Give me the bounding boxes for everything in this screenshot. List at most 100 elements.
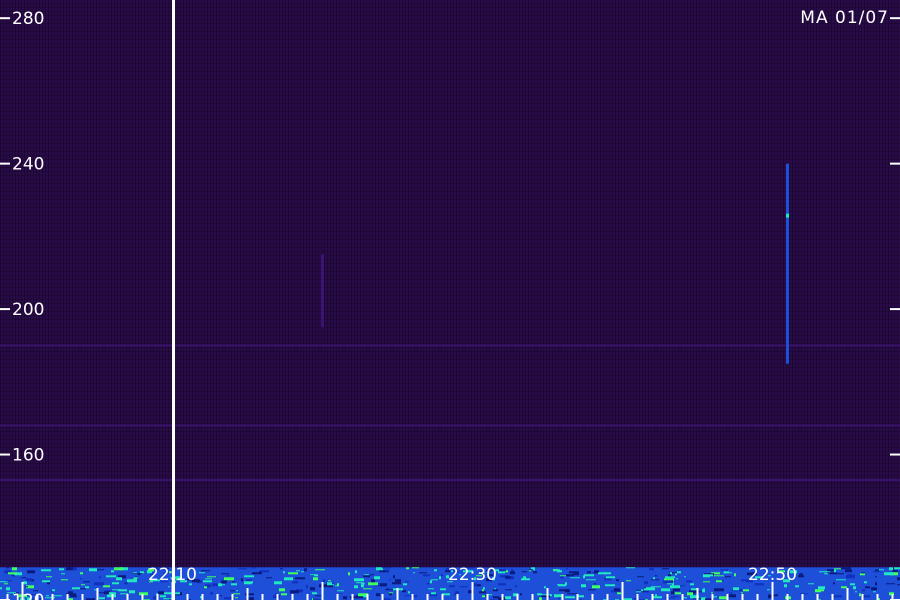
noise-speckle <box>725 576 731 578</box>
noise-speckle <box>238 568 247 570</box>
noise-speckle <box>482 595 485 598</box>
noise-speckle <box>23 581 27 585</box>
noise-speckle <box>296 570 300 572</box>
noise-speckle <box>361 584 364 588</box>
x-tick <box>411 594 414 600</box>
noise-speckle <box>653 577 655 580</box>
noise-speckle <box>133 579 135 581</box>
noise-speckle <box>61 579 68 581</box>
noise-speckle <box>354 578 364 582</box>
x-tick <box>726 594 729 600</box>
noise-speckle <box>168 586 170 588</box>
noise-speckle <box>864 581 867 584</box>
noise-speckle <box>332 582 334 585</box>
x-tick <box>441 594 444 600</box>
x-tick <box>846 588 849 600</box>
noise-speckle <box>853 586 856 590</box>
noise-speckle <box>567 593 577 595</box>
noise-speckle <box>722 580 724 582</box>
time-marker-layer <box>172 0 175 600</box>
noise-speckle <box>675 592 681 595</box>
noise-speckle <box>594 583 596 585</box>
noise-speckle <box>6 587 10 591</box>
noise-speckle <box>537 593 542 596</box>
noise-speckle <box>836 579 846 581</box>
noise-speckle <box>523 576 526 580</box>
noise-speckle <box>72 587 80 590</box>
noise-speckle <box>138 573 140 576</box>
noise-speckle <box>626 567 635 569</box>
y-axis: 280 240 200 160 120 <box>0 9 900 600</box>
noise-speckle <box>505 589 512 591</box>
noise-speckle <box>663 580 673 584</box>
x-tick <box>291 594 294 600</box>
noise-speckle <box>158 591 164 595</box>
noise-speckle <box>66 567 73 571</box>
noise-speckle <box>573 573 579 576</box>
noise-speckle <box>395 579 401 583</box>
noise-speckle <box>431 592 436 595</box>
horizontal-line <box>0 344 900 347</box>
noise-speckle <box>301 571 304 573</box>
x-tick <box>111 594 114 600</box>
spectrogram-plot: 280 240 200 160 120 22:10 22:30 22:50 MA 01/07 <box>0 0 900 600</box>
noise-speckle <box>498 583 506 586</box>
noise-speckle <box>361 583 365 585</box>
noise-speckle <box>702 589 705 593</box>
noise-speckle <box>586 579 596 581</box>
noise-speckle <box>245 593 254 596</box>
noise-speckle <box>859 593 861 597</box>
y-tick-right <box>890 308 900 311</box>
noise-speckle <box>636 589 641 592</box>
noise-speckle <box>605 584 615 587</box>
noise-speckle <box>862 589 865 592</box>
noise-speckle <box>259 571 261 574</box>
noise-speckle <box>47 582 50 585</box>
noise-speckle <box>328 580 331 582</box>
y-tick-label: 160 <box>12 446 44 466</box>
noise-speckle <box>584 574 594 577</box>
x-tick <box>351 594 354 600</box>
noise-speckle <box>644 587 646 589</box>
noise-speckle <box>4 583 8 585</box>
noise-speckle <box>498 571 505 574</box>
noise-speckle <box>641 591 649 593</box>
noise-speckle <box>370 574 374 576</box>
noise-speckle <box>207 576 216 578</box>
noise-speckle <box>723 572 732 574</box>
noise-speckle <box>566 568 568 570</box>
noise-speckle <box>140 571 144 574</box>
noise-speckle <box>283 571 285 574</box>
y-tick-label: 240 <box>12 155 44 175</box>
x-tick <box>336 594 339 600</box>
noise-speckle <box>449 585 455 588</box>
x-tick <box>36 594 39 600</box>
noise-speckle <box>434 569 437 572</box>
spectrogram-features <box>0 163 900 481</box>
x-tick <box>81 594 84 600</box>
noise-speckle <box>304 568 307 572</box>
noise-speckle <box>376 593 380 597</box>
noise-speckle <box>566 574 574 577</box>
y-tick-left <box>0 308 10 311</box>
noise-speckle <box>651 579 659 581</box>
noise-speckle <box>280 568 283 570</box>
noise-speckle <box>529 570 531 572</box>
noise-speckle <box>604 578 612 581</box>
noise-speckle <box>569 571 579 574</box>
noise-speckle <box>428 588 434 590</box>
noise-speckle <box>266 577 272 579</box>
noise-speckle <box>499 569 506 572</box>
noise-speckle <box>767 589 770 591</box>
noise-speckle <box>493 589 498 592</box>
x-tick <box>546 588 549 600</box>
x-tick <box>276 594 279 600</box>
noise-speckle <box>25 586 28 588</box>
noise-speckle <box>260 570 269 573</box>
noise-speckle <box>800 593 808 595</box>
noise-speckle <box>720 569 726 571</box>
noise-speckle <box>522 571 527 573</box>
noise-speckle <box>834 568 841 570</box>
noise-speckle <box>818 586 825 590</box>
noise-speckle <box>834 595 842 598</box>
